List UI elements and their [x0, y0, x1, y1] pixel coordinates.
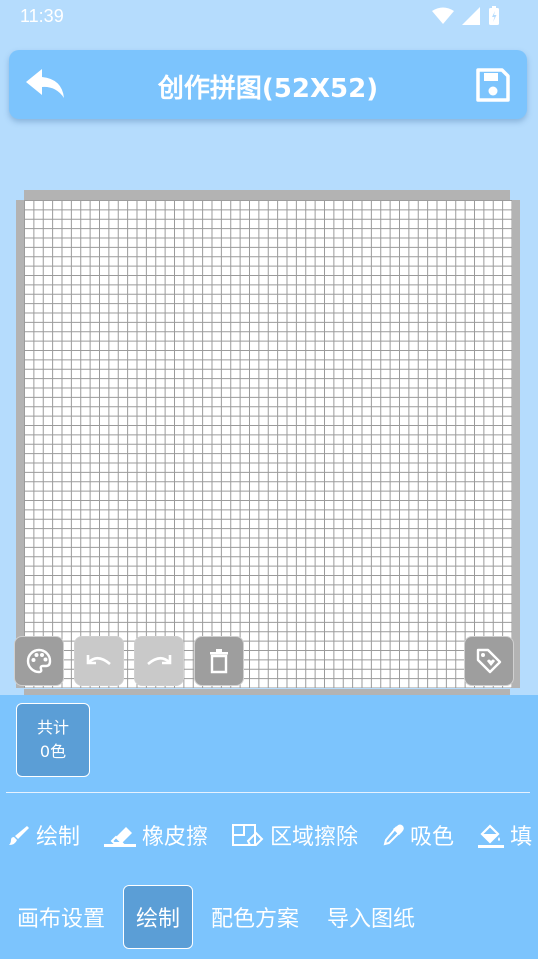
undo-button[interactable]	[74, 636, 124, 686]
tab-canvas-settings[interactable]: 画布设置	[0, 885, 119, 949]
tag-button[interactable]	[464, 636, 514, 686]
signal-icon	[462, 7, 480, 25]
brush-icon	[8, 824, 30, 846]
divider	[6, 792, 530, 793]
redo-icon	[147, 655, 172, 666]
tool-area-erase[interactable]: 区域擦除	[232, 819, 358, 851]
bottom-panel: 共计 0色 绘制 橡皮擦 区域擦除 吸色 填 画布设置 绘制 配色方案 导入图纸	[0, 695, 538, 959]
ruler-top	[24, 190, 510, 200]
pixel-canvas-frame	[16, 190, 520, 695]
fill-bucket-icon	[478, 822, 505, 848]
redo-button[interactable]	[134, 636, 184, 686]
tool-row: 绘制 橡皮擦 区域擦除 吸色 填	[0, 803, 538, 867]
tool-eraser[interactable]: 橡皮擦	[104, 819, 208, 851]
color-count-label: 共计	[36, 718, 69, 737]
tool-eyedropper[interactable]: 吸色	[382, 819, 454, 851]
tab-color-scheme[interactable]: 配色方案	[197, 885, 313, 949]
battery-icon	[489, 6, 499, 25]
tab-import-pattern[interactable]: 导入图纸	[313, 885, 429, 949]
pixel-grid-canvas[interactable]	[24, 200, 512, 688]
wifi-icon	[432, 7, 454, 24]
tab-draw[interactable]: 绘制	[123, 885, 194, 949]
ruler-right	[512, 200, 520, 688]
eyedropper-icon	[382, 824, 404, 846]
palette-button[interactable]	[14, 636, 64, 686]
status-time: 11:39	[20, 5, 64, 26]
area-erase-icon	[232, 823, 264, 847]
status-icons	[432, 6, 500, 26]
clear-canvas-button[interactable]	[194, 636, 244, 686]
palette-icon	[26, 648, 52, 674]
ruler-left	[16, 200, 24, 688]
color-count-value: 0色	[39, 742, 67, 761]
save-button[interactable]	[473, 65, 513, 105]
tool-draw[interactable]: 绘制	[8, 819, 80, 851]
save-icon	[476, 68, 510, 102]
app-bar: 创作拼图(52X52)	[9, 50, 527, 119]
status-bar: 11:39	[0, 0, 538, 32]
eraser-icon	[104, 823, 137, 847]
tool-fill[interactable]: 填	[478, 819, 532, 851]
tag-icon	[476, 648, 502, 674]
undo-icon	[86, 655, 111, 666]
bottom-tabs: 画布设置 绘制 配色方案 导入图纸	[0, 883, 538, 951]
page-title: 创作拼图(52X52)	[157, 74, 379, 104]
trash-icon	[210, 649, 228, 674]
color-count-box: 共计 0色	[16, 703, 90, 777]
